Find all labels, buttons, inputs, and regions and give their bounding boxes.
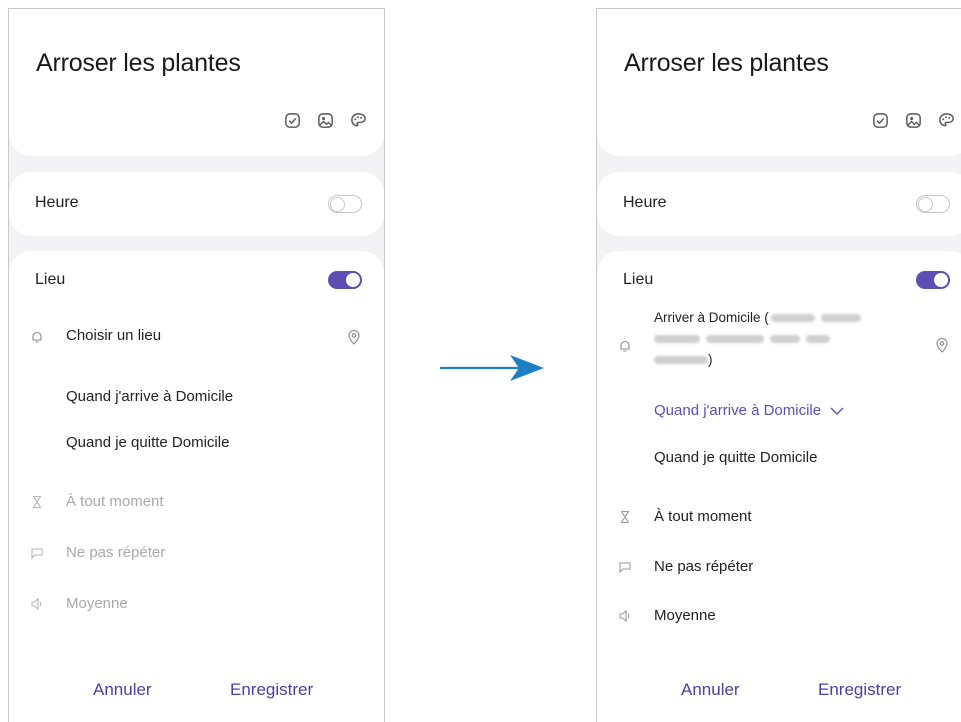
palette-icon[interactable] bbox=[349, 111, 368, 130]
hourglass-icon bbox=[30, 495, 44, 509]
save-button[interactable]: Enregistrer bbox=[818, 680, 901, 700]
footer: Annuler Enregistrer bbox=[597, 676, 961, 722]
screen-after: Arroser les plantes Heure Lieu Arriver à… bbox=[596, 8, 961, 722]
option-leave[interactable]: Quand je quitte Domicile bbox=[66, 434, 229, 451]
arrive-prefix: Arriver à Domicile ( bbox=[654, 310, 769, 325]
lieu-label: Lieu bbox=[35, 271, 66, 288]
bell-icon bbox=[618, 339, 632, 353]
chevron-down-icon[interactable] bbox=[829, 406, 845, 416]
heure-label: Heure bbox=[35, 194, 79, 211]
heure-label: Heure bbox=[623, 194, 667, 211]
heure-toggle[interactable] bbox=[328, 195, 362, 213]
header-card: Arroser les plantes bbox=[597, 9, 961, 156]
screen-before: Arroser les plantes Heure Lieu Choisir u… bbox=[8, 8, 385, 722]
redacted-address bbox=[770, 314, 815, 323]
toolbar bbox=[283, 111, 368, 130]
priority-text: Moyenne bbox=[654, 607, 716, 624]
arrive-suffix: ) bbox=[708, 352, 713, 367]
lieu-label: Lieu bbox=[623, 271, 654, 288]
sound-icon bbox=[30, 597, 44, 611]
option-leave[interactable]: Quand je quitte Domicile bbox=[654, 449, 817, 466]
checkbox-icon[interactable] bbox=[283, 111, 302, 130]
option-arrive-selected[interactable]: Quand j'arrive à Domicile bbox=[654, 402, 845, 419]
reminder-title[interactable]: Arroser les plantes bbox=[36, 49, 241, 78]
option-arrive[interactable]: Quand j'arrive à Domicile bbox=[66, 388, 233, 405]
header-card: Arroser les plantes bbox=[9, 9, 384, 156]
image-icon[interactable] bbox=[316, 111, 335, 130]
lieu-card: Lieu Choisir un lieu Quand j'arrive à Do… bbox=[9, 251, 384, 722]
lieu-card: Lieu Arriver à Domicile ( ) Quand j'arri… bbox=[597, 251, 961, 722]
save-button[interactable]: Enregistrer bbox=[230, 680, 313, 700]
sound-icon bbox=[618, 609, 632, 623]
checkbox-icon[interactable] bbox=[871, 111, 890, 130]
repeat-text: Ne pas répéter bbox=[66, 544, 166, 561]
lieu-toggle[interactable] bbox=[328, 271, 362, 289]
redacted-address bbox=[820, 314, 861, 323]
repeat-icon bbox=[618, 560, 632, 574]
lieu-toggle[interactable] bbox=[916, 271, 950, 289]
toolbar bbox=[871, 111, 956, 130]
location-pin-icon[interactable] bbox=[347, 329, 361, 345]
transition-arrow-icon bbox=[440, 355, 545, 381]
cancel-button[interactable]: Annuler bbox=[681, 680, 740, 700]
redacted-address bbox=[706, 335, 764, 344]
heure-card: Heure bbox=[597, 172, 961, 236]
redacted-address bbox=[806, 335, 830, 344]
reminder-title[interactable]: Arroser les plantes bbox=[624, 49, 829, 78]
bell-icon bbox=[30, 330, 44, 344]
hourglass-icon bbox=[618, 510, 632, 524]
cancel-button[interactable]: Annuler bbox=[93, 680, 152, 700]
location-pin-icon[interactable] bbox=[935, 337, 949, 353]
repeat-text: Ne pas répéter bbox=[654, 558, 754, 575]
time-text: À tout moment bbox=[654, 508, 752, 525]
selected-place-address: Arriver à Domicile ( ) bbox=[654, 307, 904, 370]
priority-text: Moyenne bbox=[66, 595, 128, 612]
redacted-address bbox=[654, 335, 700, 344]
repeat-icon bbox=[30, 546, 44, 560]
footer: Annuler Enregistrer bbox=[9, 676, 384, 722]
heure-card: Heure bbox=[9, 172, 384, 236]
redacted-address bbox=[770, 335, 800, 344]
choose-place-text: Choisir un lieu bbox=[66, 327, 162, 344]
time-text: À tout moment bbox=[66, 493, 164, 510]
heure-toggle[interactable] bbox=[916, 195, 950, 213]
option-arrive-text: Quand j'arrive à Domicile bbox=[654, 402, 822, 419]
redacted-address bbox=[654, 356, 708, 365]
image-icon[interactable] bbox=[904, 111, 923, 130]
palette-icon[interactable] bbox=[937, 111, 956, 130]
